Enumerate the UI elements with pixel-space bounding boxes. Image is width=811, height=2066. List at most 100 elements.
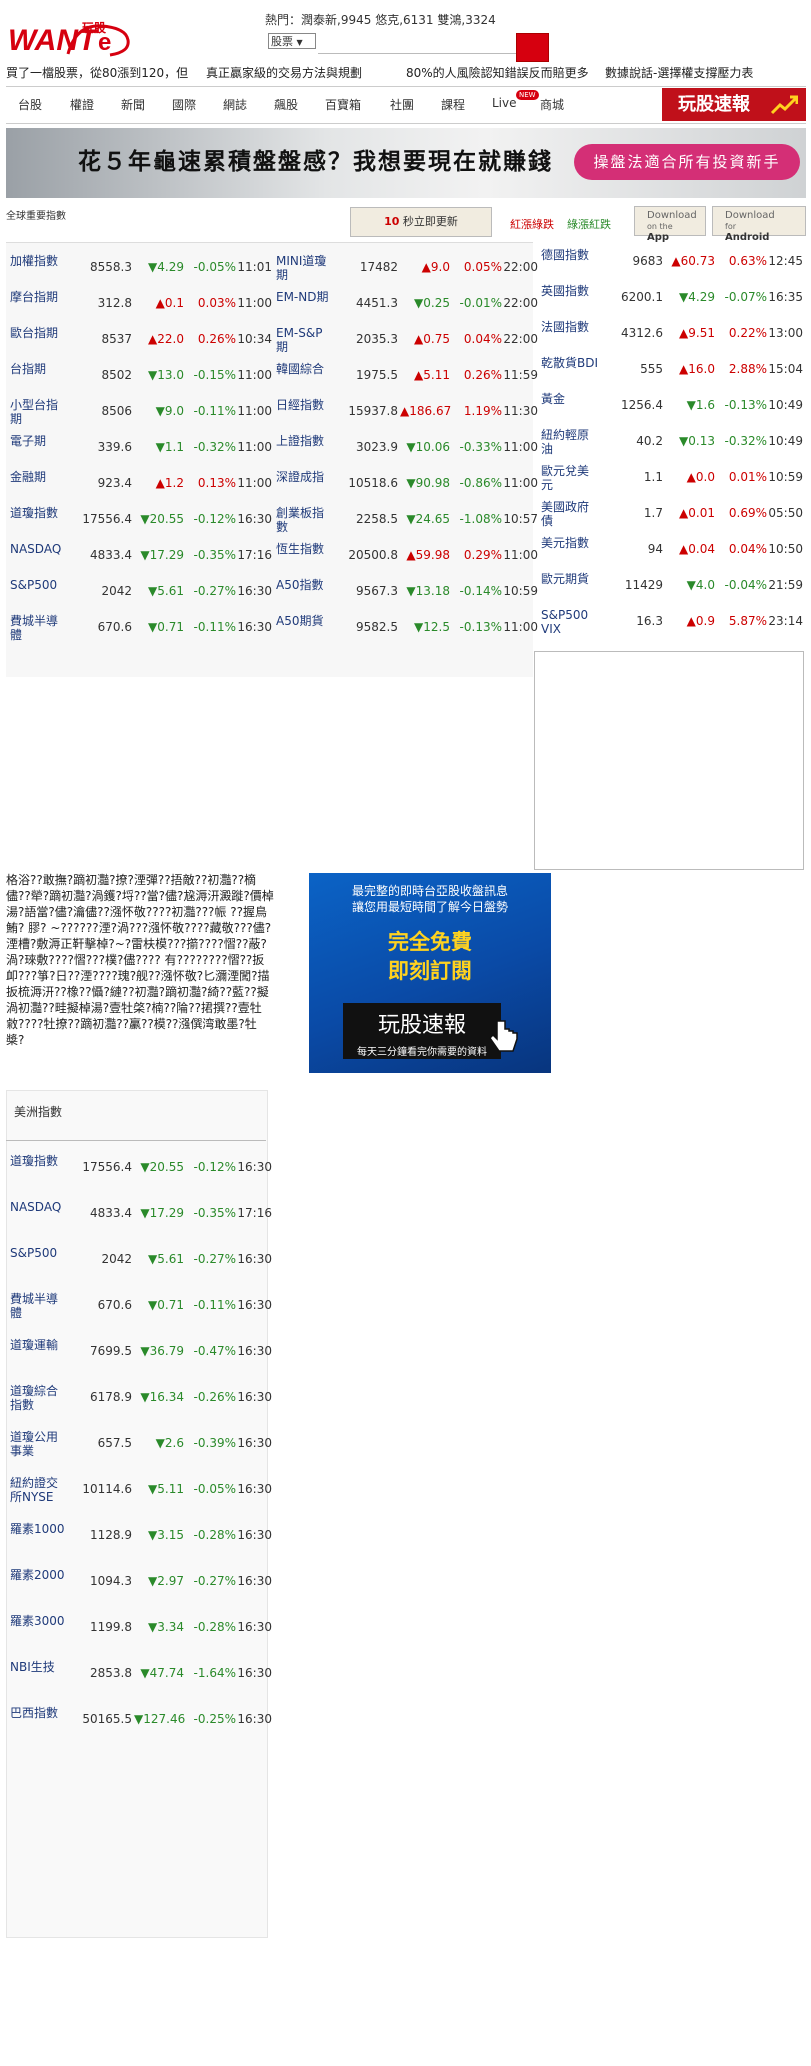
nav-item-live[interactable]: Live — [492, 96, 517, 110]
subscribe-ad[interactable]: 最完整的即時台亞股收盤訊息 讓您用最短時間了解今日盤勢 完全免費 即刻訂閱 玩股速報… — [309, 873, 551, 1073]
quote-row[interactable]: 羅素3000 1199.8 ▼3.34 -0.28% 16:30 — [6, 1612, 272, 1642]
color-mode-green-up[interactable]: 綠漲紅跌 — [567, 216, 611, 232]
quote-row[interactable]: 羅素1000 1128.9 ▼3.15 -0.28% 16:30 — [6, 1520, 272, 1550]
quote-name[interactable]: 道瓊運輸 — [10, 1338, 68, 1352]
search-input[interactable] — [318, 33, 518, 54]
quote-row[interactable]: 費城半導體 670.6 ▼0.71 -0.11% 16:30 — [6, 1290, 272, 1320]
quote-name[interactable]: 加權指數 — [10, 254, 68, 268]
quote-name[interactable]: 創業板指數 — [276, 506, 334, 534]
news-text-block[interactable]: 格浴??敢撫?蹢初灩?撩?湮彈??捂敵??初灩??樀儘??犖?蹢初灩?渦鑊?埒?… — [6, 872, 274, 1078]
quote-name[interactable]: NASDAQ — [10, 542, 68, 556]
promo-link-1[interactable]: 買了一檔股票，從80漲到120，但 — [6, 64, 188, 81]
quote-row[interactable]: A50指數 9567.3 ▼13.18 -0.14% 10:59 — [272, 576, 540, 606]
quote-name[interactable]: S&P500 VIX — [541, 608, 599, 636]
refresh-button[interactable]: 10 秒立即更新 — [350, 207, 492, 237]
hot-item[interactable]: 潤泰新,9945 — [301, 13, 371, 27]
quote-name[interactable]: 紐約證交所NYSE — [10, 1476, 68, 1504]
quote-row[interactable]: 黃金 1256.4 ▼1.6 -0.13% 10:49 — [537, 390, 805, 420]
nav-item-mall[interactable]: 商城 — [540, 96, 564, 113]
quote-name[interactable]: 羅素3000 — [10, 1614, 68, 1628]
quote-row[interactable]: 歐台指期 8537 ▲22.0 0.26% 10:34 — [6, 324, 274, 354]
quote-name[interactable]: EM-S&P期 — [276, 326, 334, 354]
search-type-select[interactable]: 股票 ▼ — [268, 33, 316, 49]
quote-name[interactable]: 道瓊指數 — [10, 506, 68, 520]
quote-name[interactable]: NASDAQ — [10, 1200, 68, 1214]
quote-name[interactable]: 深證成指 — [276, 470, 334, 484]
quote-row[interactable]: EM-ND期 4451.3 ▼0.25 -0.01% 22:00 — [272, 288, 540, 318]
quote-name[interactable]: 巴西指數 — [10, 1706, 68, 1720]
quote-row[interactable]: 日經指數 15937.8 ▲186.67 1.19% 11:30 — [272, 396, 540, 426]
quote-row[interactable]: 歐元期貨 11429 ▼4.0 -0.04% 21:59 — [537, 570, 805, 600]
quote-row[interactable]: 歐元兌美元 1.1 ▲0.0 0.01% 10:59 — [537, 462, 805, 492]
quote-name[interactable]: 電子期 — [10, 434, 68, 448]
hot-item[interactable]: 悠克,6131 — [375, 13, 433, 27]
quote-row[interactable]: 美元指數 94 ▲0.04 0.04% 10:50 — [537, 534, 805, 564]
quote-name[interactable]: 羅素2000 — [10, 1568, 68, 1582]
quote-row[interactable]: 德國指數 9683 ▲60.73 0.63% 12:45 — [537, 246, 805, 276]
nav-item-news[interactable]: 新聞 — [121, 96, 145, 113]
nav-item-toolbox[interactable]: 百寶箱 — [325, 96, 361, 113]
quote-row[interactable]: 小型台指期 8506 ▼9.0 -0.11% 11:00 — [6, 396, 274, 426]
quote-row[interactable]: S&P500 2042 ▼5.61 -0.27% 16:30 — [6, 576, 274, 606]
banner-cta[interactable]: 操盤法適合所有投資新手 — [574, 144, 800, 180]
quote-row[interactable]: 道瓊運輸 7699.5 ▼36.79 -0.47% 16:30 — [6, 1336, 272, 1366]
quote-name[interactable]: 道瓊綜合指數 — [10, 1384, 68, 1412]
quote-row[interactable]: A50期貨 9582.5 ▼12.5 -0.13% 11:00 — [272, 612, 540, 642]
quote-name[interactable]: 金融期 — [10, 470, 68, 484]
nav-item-tw-stock[interactable]: 台股 — [18, 96, 42, 113]
quote-name[interactable]: S&P500 — [10, 578, 68, 592]
nav-item-hot-stock[interactable]: 飆股 — [274, 96, 298, 113]
quote-name[interactable]: 歐台指期 — [10, 326, 68, 340]
quote-row[interactable]: S&P500 2042 ▼5.61 -0.27% 16:30 — [6, 1244, 272, 1274]
quote-name[interactable]: EM-ND期 — [276, 290, 334, 304]
nav-item-club[interactable]: 社團 — [390, 96, 414, 113]
nav-item-blog[interactable]: 網誌 — [223, 96, 247, 113]
quote-row[interactable]: 恆生指數 20500.8 ▲59.98 0.29% 11:00 — [272, 540, 540, 570]
quote-name[interactable]: 費城半導體 — [10, 1292, 68, 1320]
quote-row[interactable]: EM-S&P期 2035.3 ▲0.75 0.04% 22:00 — [272, 324, 540, 354]
quote-name[interactable]: 紐約輕原油 — [541, 428, 599, 456]
quote-name[interactable]: 道瓊公用事業 — [10, 1430, 68, 1458]
quote-name[interactable]: 道瓊指數 — [10, 1154, 68, 1168]
quote-name[interactable]: 小型台指期 — [10, 398, 68, 426]
quote-name[interactable]: 羅素1000 — [10, 1522, 68, 1536]
site-logo[interactable]: WANT 玩股 e — [6, 14, 134, 58]
quote-row[interactable]: 費城半導體 670.6 ▼0.71 -0.11% 16:30 — [6, 612, 274, 642]
quote-name[interactable]: 歐元兌美元 — [541, 464, 599, 492]
hot-item[interactable]: 雙鴻,3324 — [437, 13, 495, 27]
download-android-button[interactable]: Download for Android — [712, 206, 806, 243]
brand-banner-button[interactable]: 玩股速報 — [662, 88, 806, 121]
quote-name[interactable]: 美元指數 — [541, 536, 599, 550]
promo-banner[interactable]: 花５年龜速累積盤盤感？我想要現在就賺錢 操盤法適合所有投資新手 — [6, 128, 806, 198]
nav-item-warrant[interactable]: 權證 — [70, 96, 94, 113]
quote-row[interactable]: 創業板指數 2258.5 ▼24.65 -1.08% 10:57 — [272, 504, 540, 534]
search-button[interactable] — [516, 33, 549, 62]
quote-row[interactable]: 道瓊指數 17556.4 ▼20.55 -0.12% 16:30 — [6, 1152, 272, 1182]
quote-name[interactable]: 費城半導體 — [10, 614, 68, 642]
quote-row[interactable]: NASDAQ 4833.4 ▼17.29 -0.35% 17:16 — [6, 1198, 272, 1228]
quote-row[interactable]: 深證成指 10518.6 ▼90.98 -0.86% 11:00 — [272, 468, 540, 498]
promo-link-3[interactable]: 80%的人風險認知錯誤反而賠更多 — [406, 64, 589, 81]
quote-row[interactable]: NBI生技 2853.8 ▼47.74 -1.64% 16:30 — [6, 1658, 272, 1688]
quote-row[interactable]: 台指期 8502 ▼13.0 -0.15% 11:00 — [6, 360, 274, 390]
color-mode-red-up[interactable]: 紅漲綠跌 — [510, 216, 554, 232]
quote-name[interactable]: 上證指數 — [276, 434, 334, 448]
quote-row[interactable]: 羅素2000 1094.3 ▼2.97 -0.27% 16:30 — [6, 1566, 272, 1596]
quote-name[interactable]: 黃金 — [541, 392, 599, 406]
quote-name[interactable]: 台指期 — [10, 362, 68, 376]
download-app-store-button[interactable]: Download on the App — [634, 206, 706, 243]
promo-link-4[interactable]: 數據說話-選擇權支撐壓力表 — [605, 64, 753, 81]
quote-name[interactable]: 英國指數 — [541, 284, 599, 298]
quote-row[interactable]: 英國指數 6200.1 ▼4.29 -0.07% 16:35 — [537, 282, 805, 312]
quote-name[interactable]: S&P500 — [10, 1246, 68, 1260]
quote-name[interactable]: 摩台指期 — [10, 290, 68, 304]
quote-name[interactable]: 韓國綜合 — [276, 362, 334, 376]
quote-name[interactable]: 法國指數 — [541, 320, 599, 334]
quote-name[interactable]: 乾散貨BDI — [541, 356, 599, 370]
nav-item-course[interactable]: 課程 — [441, 96, 465, 113]
quote-name[interactable]: A50指數 — [276, 578, 334, 592]
quote-name[interactable]: 恆生指數 — [276, 542, 334, 556]
quote-row[interactable]: 紐約輕原油 40.2 ▼0.13 -0.32% 10:49 — [537, 426, 805, 456]
quote-row[interactable]: NASDAQ 4833.4 ▼17.29 -0.35% 17:16 — [6, 540, 274, 570]
quote-row[interactable]: 道瓊指數 17556.4 ▼20.55 -0.12% 16:30 — [6, 504, 274, 534]
